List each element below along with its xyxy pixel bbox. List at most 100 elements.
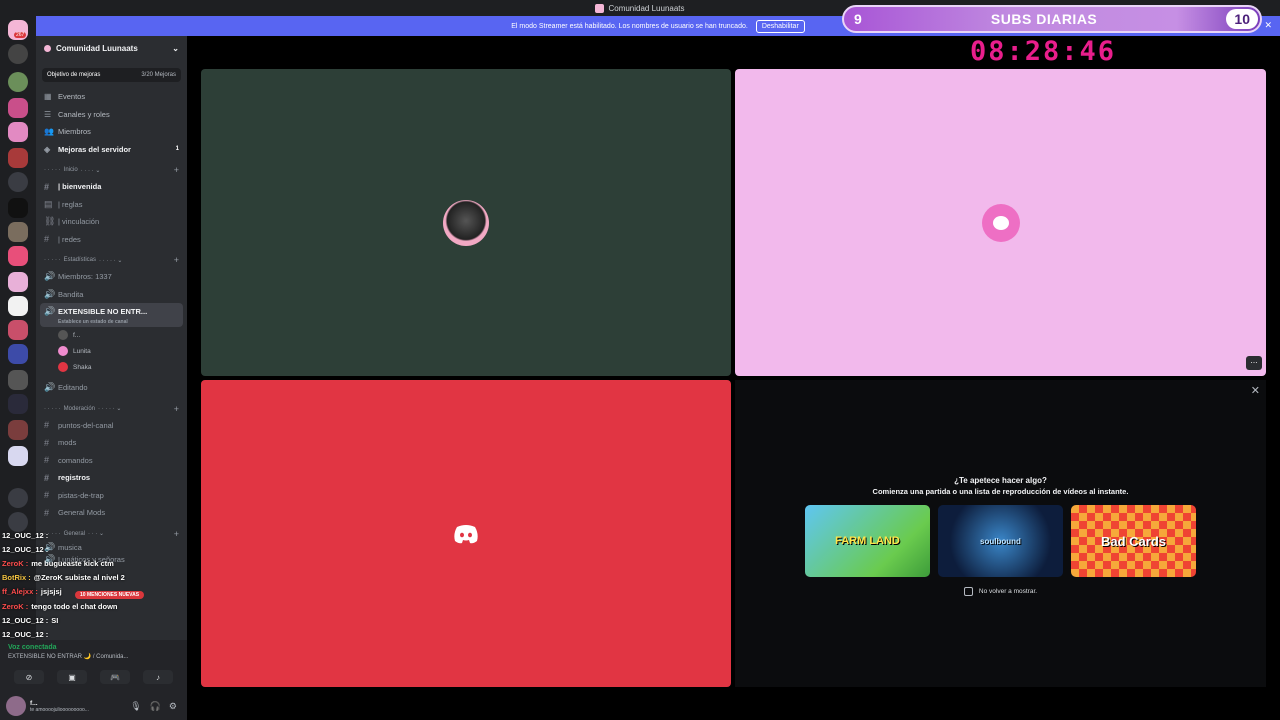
server-icon[interactable] <box>8 246 28 266</box>
channel-miembros[interactable]: 🔊 Miembros: 1337 <box>36 268 187 286</box>
streamer-message: El modo Streamer está habilitado. Los no… <box>511 22 748 30</box>
microphone-icon[interactable]: 🎙 <box>130 701 141 712</box>
chat-message: 12_OUC_12 : <box>0 542 187 556</box>
gear-icon[interactable]: ⚙ <box>169 701 177 712</box>
server-avatar <box>44 44 51 52</box>
add-channel-icon[interactable]: + <box>174 255 179 265</box>
server-icon[interactable] <box>8 394 28 414</box>
screen-share-icon[interactable]: ▣ <box>57 670 87 684</box>
server-icon[interactable] <box>8 148 28 168</box>
stream-timer: 08:28:46 <box>970 36 1117 67</box>
hash-icon: # <box>44 437 50 448</box>
more-options-icon[interactable]: ⋯ <box>1246 356 1262 370</box>
channel-vinculacion[interactable]: ⛓ | vinculación <box>36 213 187 231</box>
activity-subtitle: Comienza una partida o una lista de repr… <box>872 487 1129 496</box>
video-tile[interactable] <box>201 380 731 687</box>
server-icon[interactable] <box>8 122 28 142</box>
avatar <box>58 330 68 340</box>
category-moderacion[interactable]: · · · · · Moderación · · · · · ⌄ + <box>36 401 187 417</box>
subs-overlay: 9 SUBS DIARIAS 10 <box>842 5 1262 33</box>
voice-member[interactable]: Shaka <box>36 359 187 375</box>
game-card-bad-cards[interactable]: Bad Cards <box>1071 505 1196 577</box>
menu-channels-roles[interactable]: ☰ Canales y roles <box>36 106 187 124</box>
voice-member[interactable]: f... <box>36 327 187 343</box>
server-icon[interactable] <box>8 344 28 364</box>
rules-icon: ▤ <box>44 198 53 209</box>
server-icon[interactable] <box>8 98 28 118</box>
chat-message: 12_OUC_12 : SI <box>0 613 187 627</box>
close-icon[interactable]: ✕ <box>1264 20 1272 31</box>
speaker-icon: 🔊 <box>44 271 56 282</box>
server-icon[interactable] <box>8 222 28 242</box>
link-icon: ⛓ <box>44 216 56 227</box>
chat-username: 12_OUC_12 : <box>2 615 49 625</box>
hash-icon: # <box>44 420 50 431</box>
hash-icon: # <box>44 472 50 483</box>
chat-username: 12_OUC_12 : <box>2 544 49 554</box>
voice-channel-name[interactable]: EXTENSIBLE NO ENTRAR 🌙 / Comunida... <box>0 653 187 660</box>
add-channel-icon[interactable]: + <box>174 404 179 414</box>
server-icon-le[interactable] <box>8 172 28 192</box>
channel-bandita[interactable]: 🔊 Bandita <box>36 286 187 304</box>
activity-icon[interactable]: 🎮 <box>100 670 130 684</box>
channel-registros[interactable]: # registros <box>36 469 187 487</box>
channel-reglas[interactable]: ▤ | reglas <box>36 196 187 214</box>
menu-server-boosts[interactable]: ◈ Mejoras del servidor 1 <box>36 141 187 159</box>
channel-mods[interactable]: # mods <box>36 434 187 452</box>
chat-message: BotRix : @ZeroK subiste al nivel 2 <box>0 571 187 585</box>
video-tile[interactable] <box>201 69 731 376</box>
add-channel-icon[interactable]: + <box>174 165 179 175</box>
video-tile[interactable]: ⋯ <box>735 69 1266 376</box>
game-card-farmland[interactable]: FARM LAND <box>805 505 930 577</box>
speaker-icon: 🔊 <box>44 382 56 393</box>
server-header[interactable]: Comunidad Luunaats ⌄ <box>36 36 187 60</box>
menu-members[interactable]: 👥 Miembros <box>36 123 187 141</box>
game-card-soulbound[interactable]: soulbound <box>938 505 1063 577</box>
avatar <box>981 203 1020 242</box>
channel-puntos[interactable]: # puntos-del-canal <box>36 417 187 435</box>
channel-comandos[interactable]: # comandos <box>36 452 187 470</box>
server-icon[interactable] <box>8 370 28 390</box>
hash-icon: # <box>44 507 50 518</box>
new-mentions-badge[interactable]: 10 MENCIONES NUEVAS <box>75 591 145 599</box>
dont-show-again[interactable]: No volver a mostrar. <box>735 587 1266 596</box>
soundboard-icon[interactable]: ♪ <box>143 670 173 684</box>
window-title: Comunidad Luunaats <box>608 3 685 13</box>
add-server-icon[interactable] <box>8 488 28 508</box>
voice-member[interactable]: Lunita <box>36 343 187 359</box>
voice-connected-status[interactable]: Voz conectada <box>0 640 187 651</box>
boost-goal[interactable]: Objetivo de mejoras 3/20 Mejoras <box>42 68 181 82</box>
channel-redes[interactable]: # | redes <box>36 231 187 249</box>
server-icon[interactable] <box>8 320 28 340</box>
server-icon[interactable] <box>8 44 28 64</box>
chat-username: ZeroK : <box>2 558 29 568</box>
channel-pistas[interactable]: # pistas-de-trap <box>36 487 187 505</box>
channel-extensible[interactable]: 🔊 EXTENSIBLE NO ENTR... Establece un estad… <box>40 303 183 327</box>
user-status: te amoooojuliooooooooo... <box>30 706 89 713</box>
server-icon[interactable] <box>8 72 28 92</box>
avatar[interactable] <box>6 696 26 716</box>
menu-events[interactable]: ▦ Eventos <box>36 88 187 106</box>
close-icon[interactable]: ✕ <box>1251 384 1260 397</box>
channel-status[interactable]: Establece un estado de canal <box>44 319 183 325</box>
category-estadisticas[interactable]: · · · · · Estadísticas · · · · · ⌄ + <box>36 252 187 268</box>
server-icon[interactable] <box>8 198 28 218</box>
subs-title: SUBS DIARIAS <box>990 11 1098 27</box>
disable-streamer-button[interactable]: Deshabilitar <box>755 19 805 33</box>
camera-off-icon[interactable]: ⊘ <box>14 670 44 684</box>
chat-text: SI <box>51 615 59 625</box>
hash-icon: # <box>44 490 50 501</box>
server-icon[interactable] <box>8 272 28 292</box>
category-inicio[interactable]: · · · · · Inicio · · · · ⌄ + <box>36 162 187 178</box>
checkbox[interactable] <box>963 587 973 596</box>
chat-text: tengo todo el chat down <box>31 601 118 611</box>
channel-editando[interactable]: 🔊 Editando <box>36 379 187 397</box>
server-icon[interactable] <box>8 420 28 440</box>
channel-general-mods[interactable]: # General Mods <box>36 504 187 522</box>
channel-bienvenida[interactable]: # | bienvenida <box>36 178 187 196</box>
server-icon[interactable] <box>8 446 28 466</box>
server-icon[interactable] <box>8 296 28 316</box>
app-icon <box>595 3 605 13</box>
headphones-icon[interactable]: 🎧 <box>150 701 161 712</box>
video-stage: 08:28:46 ⋯ ✕ ¿Te apetece hacer algo? Com… <box>187 36 1280 720</box>
